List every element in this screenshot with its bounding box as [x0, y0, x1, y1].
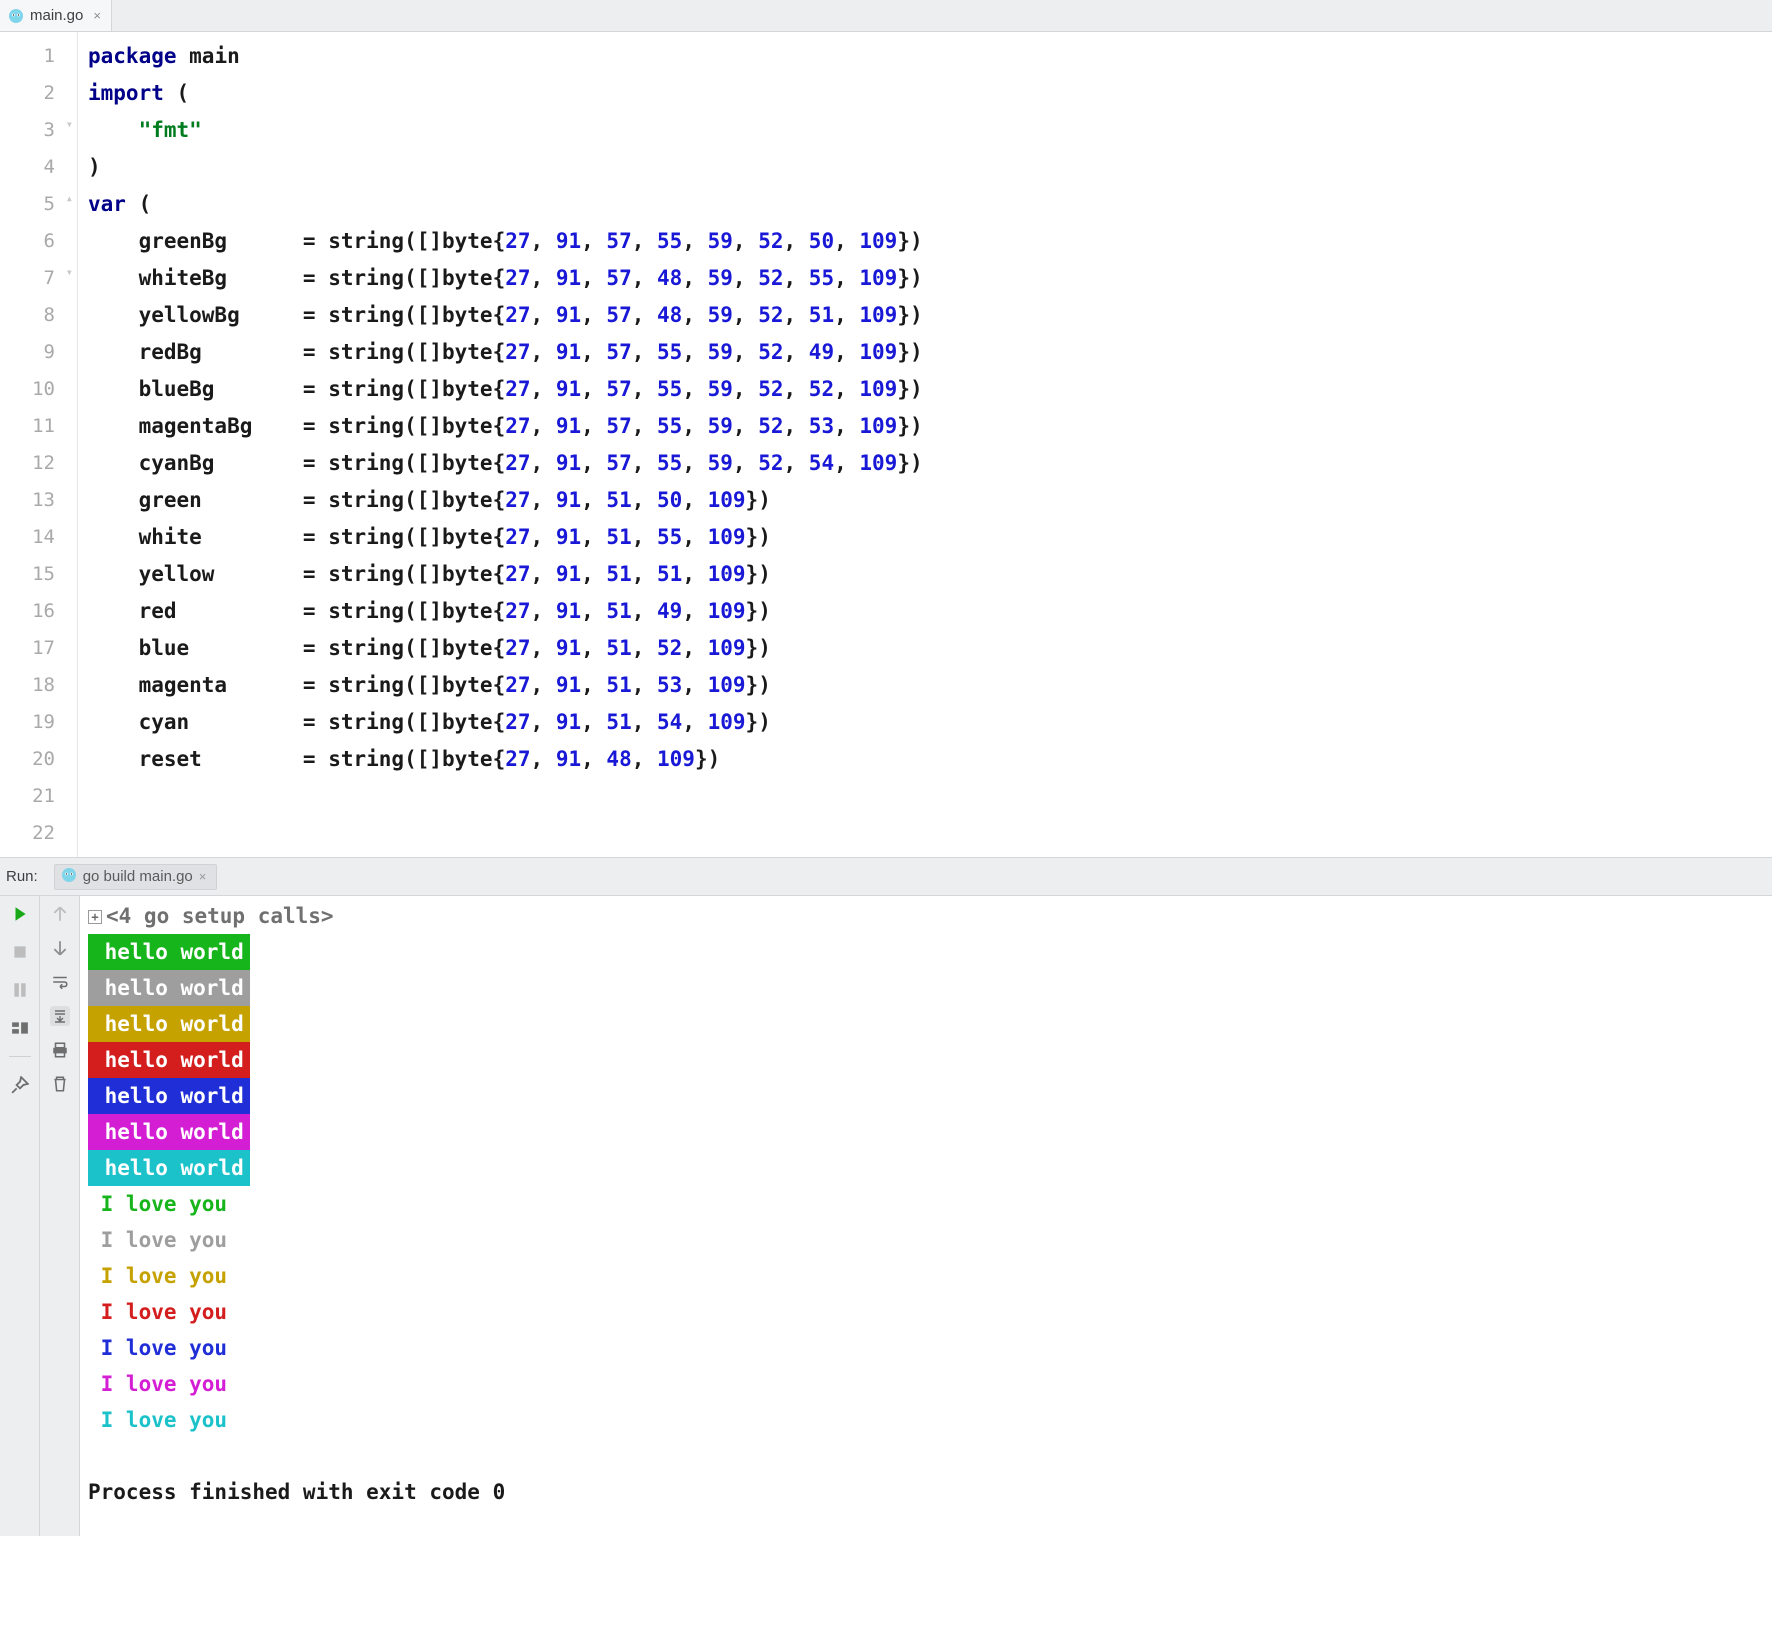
- fold-mark-icon[interactable]: ▾: [61, 118, 73, 130]
- run-panel-body: +<4 go setup calls> hello world hello wo…: [0, 896, 1772, 1536]
- trash-icon[interactable]: [50, 1074, 70, 1094]
- code-editor: 12345678910111213141516171819202122 ▾ ▴ …: [0, 32, 1772, 858]
- scroll-to-end-icon[interactable]: [50, 1006, 70, 1026]
- console-output[interactable]: +<4 go setup calls> hello world hello wo…: [80, 896, 1772, 1536]
- go-file-icon: [8, 8, 24, 24]
- soft-wrap-icon[interactable]: [50, 972, 70, 992]
- rerun-icon[interactable]: [10, 904, 30, 924]
- stop-icon[interactable]: [10, 942, 30, 962]
- run-panel-label: Run:: [6, 868, 44, 885]
- down-arrow-icon[interactable]: [50, 938, 70, 958]
- up-arrow-icon[interactable]: [50, 904, 70, 924]
- editor-tab-label: main.go: [30, 7, 83, 24]
- run-toolbar-right: [40, 896, 80, 1536]
- print-icon[interactable]: [50, 1040, 70, 1060]
- go-file-icon: [61, 867, 77, 887]
- editor-tab-main-go[interactable]: main.go ×: [0, 0, 112, 31]
- fold-mark-icon[interactable]: ▴: [61, 192, 73, 204]
- line-number-gutter: 12345678910111213141516171819202122 ▾ ▴ …: [0, 32, 78, 857]
- editor-tabbar: main.go ×: [0, 0, 1772, 32]
- run-toolbar-left: [0, 896, 40, 1536]
- pin-icon[interactable]: [10, 1075, 30, 1095]
- code-content[interactable]: package mainimport ( "fmt")var ( greenBg…: [78, 32, 1772, 857]
- fold-column: ▾ ▴ ▾: [61, 32, 75, 857]
- close-icon[interactable]: ×: [89, 8, 101, 23]
- toolbar-separator: [9, 1056, 31, 1057]
- run-panel-header: Run: go build main.go ×: [0, 858, 1772, 896]
- run-config-tab[interactable]: go build main.go ×: [54, 864, 218, 890]
- pause-icon[interactable]: [10, 980, 30, 1000]
- layout-icon[interactable]: [10, 1018, 30, 1038]
- close-icon[interactable]: ×: [199, 869, 207, 884]
- fold-mark-icon[interactable]: ▾: [61, 266, 73, 278]
- run-config-label: go build main.go: [83, 868, 193, 885]
- expand-icon[interactable]: +: [88, 910, 102, 924]
